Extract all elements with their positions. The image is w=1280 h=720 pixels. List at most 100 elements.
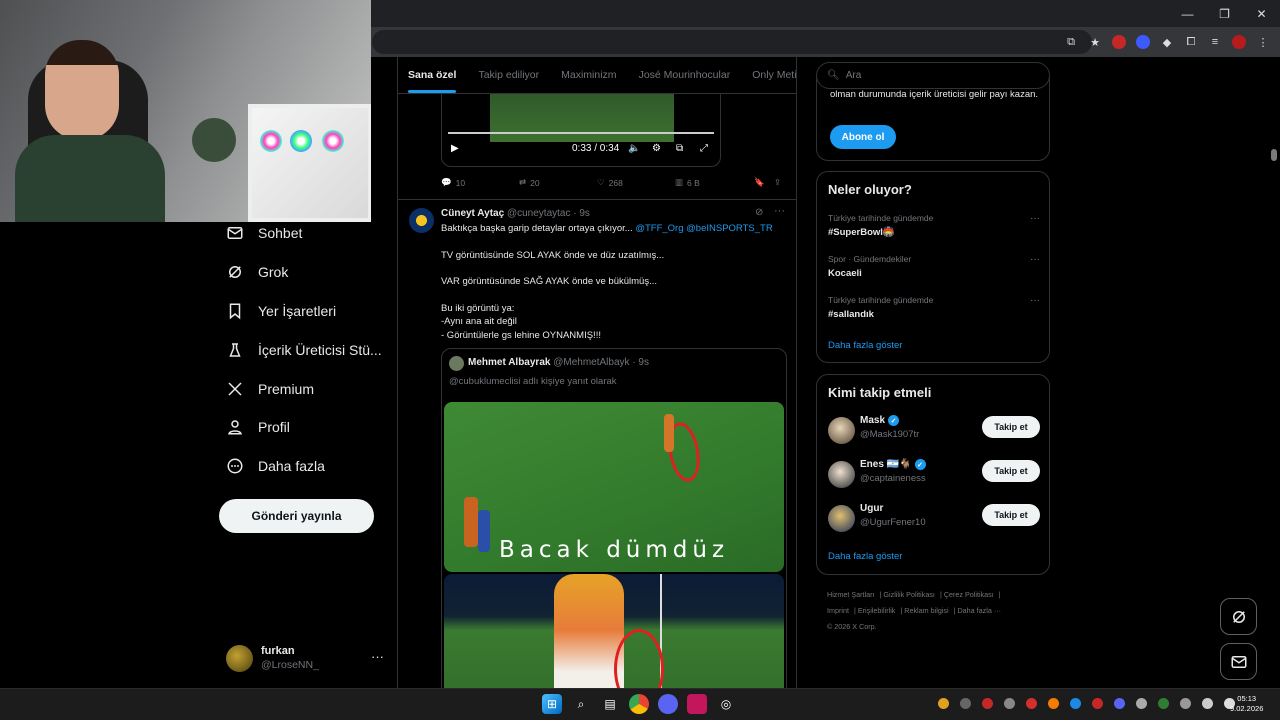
app-icon[interactable]: ◎ [716, 694, 736, 714]
messages-floating-button[interactable] [1220, 643, 1257, 680]
video-progress-bar[interactable] [448, 132, 714, 134]
grok-icon[interactable]: ⊘ [755, 207, 763, 218]
menu-icon[interactable]: ⋮ [1256, 35, 1270, 49]
footer-link[interactable]: Gizlilik Politikası [883, 590, 935, 599]
follow-button[interactable]: Takip et [982, 460, 1040, 482]
footer-link[interactable]: Erişilebilirlik [858, 606, 896, 615]
file-explorer-icon[interactable]: ▤ [600, 694, 620, 714]
profile-icon[interactable] [1232, 35, 1246, 49]
trend-item[interactable]: Türkiye tarihinde gündemde #sallandık ··… [828, 295, 1040, 320]
microphone-icon[interactable] [1202, 698, 1213, 709]
share-icon[interactable]: ⇪ [774, 177, 781, 188]
tray-icon[interactable] [938, 698, 949, 709]
nav-item-profile[interactable]: Profil [226, 408, 290, 446]
footer-link[interactable]: Hizmet Şartları [827, 590, 875, 599]
show-more-link[interactable]: Daha fazla göster [828, 551, 902, 562]
tray-icon[interactable] [1180, 698, 1191, 709]
discord-tray-icon[interactable] [1114, 698, 1125, 709]
volume-icon[interactable]: 🔈 [628, 143, 640, 154]
fullscreen-icon[interactable]: ⤢ [700, 143, 708, 154]
trend-item[interactable]: Türkiye tarihinde gündemde #SuperBowl🏟️ … [828, 213, 1040, 238]
follow-button[interactable]: Takip et [982, 504, 1040, 526]
grok-floating-button[interactable] [1220, 598, 1257, 635]
tray-icon[interactable] [1092, 698, 1103, 709]
tray-icon[interactable] [1136, 698, 1147, 709]
quoted-post[interactable]: Mehmet Albayrak @MehmetAlbayk · 9s @cubu… [441, 348, 787, 688]
repost-button[interactable]: ⇄ 20 [519, 177, 540, 188]
mention-link[interactable]: @TFF_Org [635, 223, 683, 234]
like-button[interactable]: ♡ 268 [597, 177, 623, 188]
scrollbar[interactable] [1268, 57, 1280, 688]
puzzle-icon[interactable]: ⧠ [1184, 35, 1198, 49]
media-icon[interactable]: ≡ [1208, 35, 1222, 49]
scrollbar-thumb[interactable] [1271, 149, 1277, 161]
post-time[interactable]: · 9s [573, 208, 590, 219]
nav-item-premium[interactable]: Premium [226, 370, 314, 408]
discord-icon[interactable] [658, 694, 678, 714]
tray-icon[interactable] [960, 698, 971, 709]
media-image[interactable]: Bacak dümdüz [444, 402, 784, 572]
follow-suggestion[interactable]: Enes 🇦🇷🐐 ✓ @captaineness Takip et [828, 459, 1040, 491]
subscribe-button[interactable]: Abone ol [830, 125, 896, 149]
tray-icon[interactable] [1158, 698, 1169, 709]
pip-icon[interactable]: ⧉ [676, 143, 683, 154]
search-input[interactable]: 🔍︎ Ara [816, 62, 1050, 89]
more-icon[interactable]: ··· [774, 205, 785, 217]
nav-item-more[interactable]: Daha fazla [226, 447, 325, 485]
video-player[interactable]: ▶ 0:33 / 0:34 🔈 ⚙ ⧉ ⤢ [441, 94, 721, 167]
author-name[interactable]: Cüneyt Aytaç [441, 208, 504, 219]
views-button[interactable]: ▥ 6 B [675, 177, 700, 188]
more-icon[interactable]: ··· [371, 649, 384, 664]
tab-only-metin2[interactable]: Only Metin2 [752, 57, 796, 93]
search-icon[interactable]: ⌕ [571, 694, 591, 714]
chrome-icon[interactable] [629, 694, 649, 714]
more-icon[interactable]: ··· [1030, 213, 1040, 224]
mention-link[interactable]: @beINSPORTS_TR [686, 223, 773, 234]
reply-button[interactable]: 💬 10 [441, 177, 465, 188]
avatar[interactable] [409, 208, 434, 233]
tray-icon[interactable] [1026, 698, 1037, 709]
account-switcher[interactable]: furkan @LroseNN_ ··· [226, 643, 396, 673]
tab-takip-ediliyor[interactable]: Takip ediliyor [478, 57, 539, 93]
minimize-icon[interactable]: — [1169, 0, 1206, 27]
app-icon[interactable] [687, 694, 707, 714]
nav-item-grok[interactable]: Grok [226, 253, 288, 291]
post[interactable]: Cüneyt Aytaç @cuneytaytac · 9s ⊘ ··· Bak… [398, 200, 796, 688]
extension-icon[interactable]: ◆ [1160, 35, 1174, 49]
close-icon[interactable]: ✕ [1243, 0, 1280, 27]
post-button[interactable]: Gönderi yayınla [219, 499, 374, 533]
media-image[interactable] [444, 574, 784, 688]
follow-suggestion[interactable]: Ugur @UgurFener10 Takip et [828, 503, 1040, 535]
more-icon[interactable]: ··· [1030, 295, 1040, 306]
footer-link[interactable]: Imprint [827, 606, 849, 615]
play-icon[interactable]: ▶ [451, 143, 459, 154]
tray-icon[interactable] [982, 698, 993, 709]
footer-link[interactable]: Daha fazla ··· [957, 606, 1001, 615]
nav-item-creator-studio[interactable]: İçerik Üreticisi Stü... [226, 331, 382, 369]
settings-icon[interactable]: ⚙ [652, 143, 661, 154]
tab-jose-mourinhocular[interactable]: José Mourinhocular [639, 57, 731, 93]
more-icon[interactable]: ··· [1030, 254, 1040, 265]
extension-icon[interactable] [1136, 35, 1150, 49]
follow-button[interactable]: Takip et [982, 416, 1040, 438]
bookmark-icon[interactable]: 🔖 [754, 177, 765, 188]
install-app-icon[interactable]: ⧉ [1064, 35, 1078, 49]
follow-suggestion[interactable]: Mask ✓ @Mask1907tr Takip et [828, 415, 1040, 447]
bookmark-star-icon[interactable]: ★ [1088, 35, 1102, 49]
nav-item-bookmarks[interactable]: Yer İşaretleri [226, 292, 336, 330]
extension-icon[interactable] [1112, 35, 1126, 49]
clock[interactable]: 05:13 9.02.2026 [1230, 694, 1263, 714]
maximize-icon[interactable]: ❐ [1206, 0, 1243, 27]
footer-link[interactable]: Çerez Politikası [944, 590, 994, 599]
tray-icon[interactable] [1048, 698, 1059, 709]
show-more-link[interactable]: Daha fazla göster [828, 340, 902, 351]
start-icon[interactable]: ⊞ [542, 694, 562, 714]
tab-maximinizm[interactable]: Maximinizm [561, 57, 616, 93]
footer-link[interactable]: Reklam bilgisi [904, 606, 948, 615]
tab-sana-ozel[interactable]: Sana özel [408, 57, 457, 93]
tray-icon[interactable] [1004, 698, 1015, 709]
address-bar[interactable] [372, 30, 1092, 54]
bluetooth-icon[interactable] [1070, 698, 1081, 709]
trend-item[interactable]: Spor · Gündemdekiler Kocaeli ··· [828, 254, 1040, 279]
author-handle[interactable]: @cuneytaytac [507, 208, 571, 219]
